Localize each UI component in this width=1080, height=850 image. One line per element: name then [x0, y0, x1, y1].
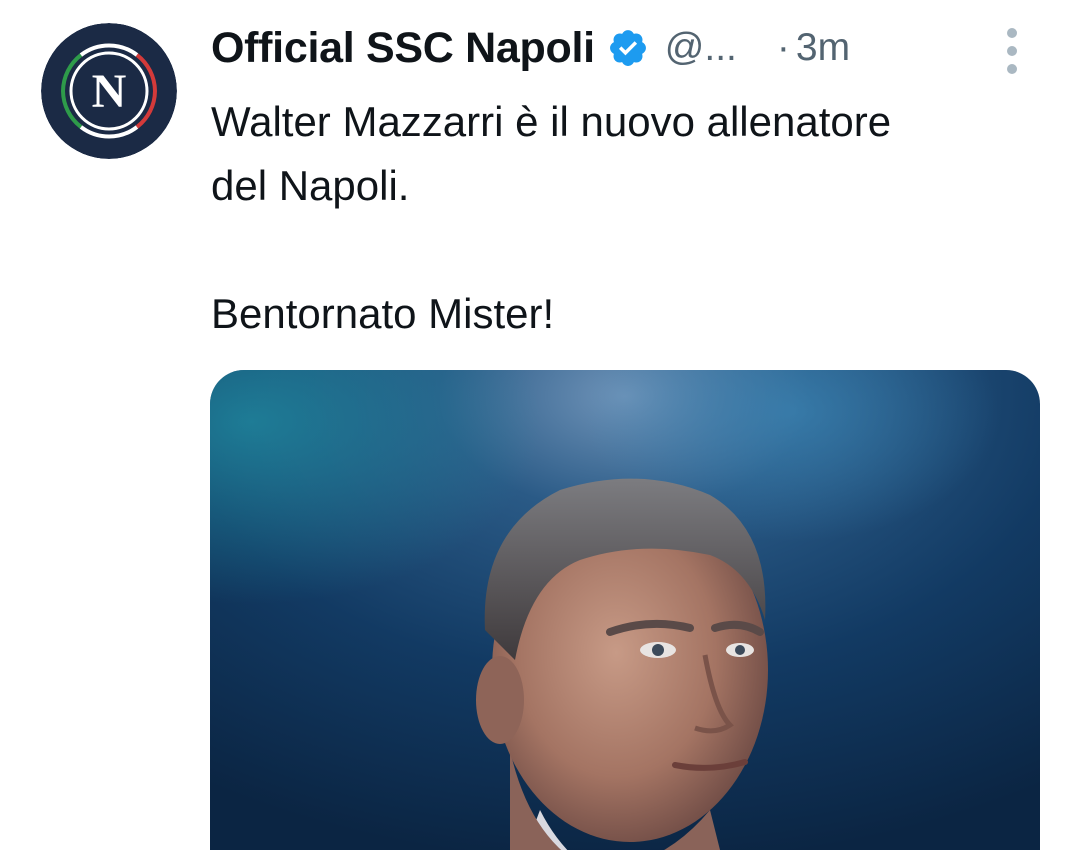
tweet-header: Official SSC Napoli @... · 3m — [211, 22, 850, 74]
separator-dot: · — [776, 26, 790, 69]
coach-photo — [210, 370, 1040, 850]
more-dot — [1007, 64, 1017, 74]
tweet-text: Walter Mazzarri è il nuovo allenatore de… — [211, 90, 1061, 346]
more-vertical-icon[interactable] — [998, 28, 1026, 74]
tweet[interactable]: N Official SSC Napoli @... · 3m Walter M… — [0, 0, 1080, 850]
avatar-letter: N — [92, 65, 127, 118]
tweet-text-line: Walter Mazzarri è il nuovo allenatore — [211, 98, 892, 145]
timestamp[interactable]: 3m — [796, 26, 850, 70]
tweet-media-image[interactable] — [210, 370, 1040, 850]
handle[interactable]: @... — [665, 26, 737, 70]
verified-badge-icon — [607, 27, 649, 69]
tweet-text-line: del Napoli. — [211, 162, 410, 209]
tweet-text-line: Bentornato Mister! — [211, 290, 555, 337]
avatar[interactable]: N — [41, 23, 177, 159]
more-dot — [1007, 28, 1017, 38]
more-dot — [1007, 46, 1017, 56]
ssc-napoli-logo: N — [41, 23, 177, 159]
display-name[interactable]: Official SSC Napoli — [211, 24, 595, 73]
